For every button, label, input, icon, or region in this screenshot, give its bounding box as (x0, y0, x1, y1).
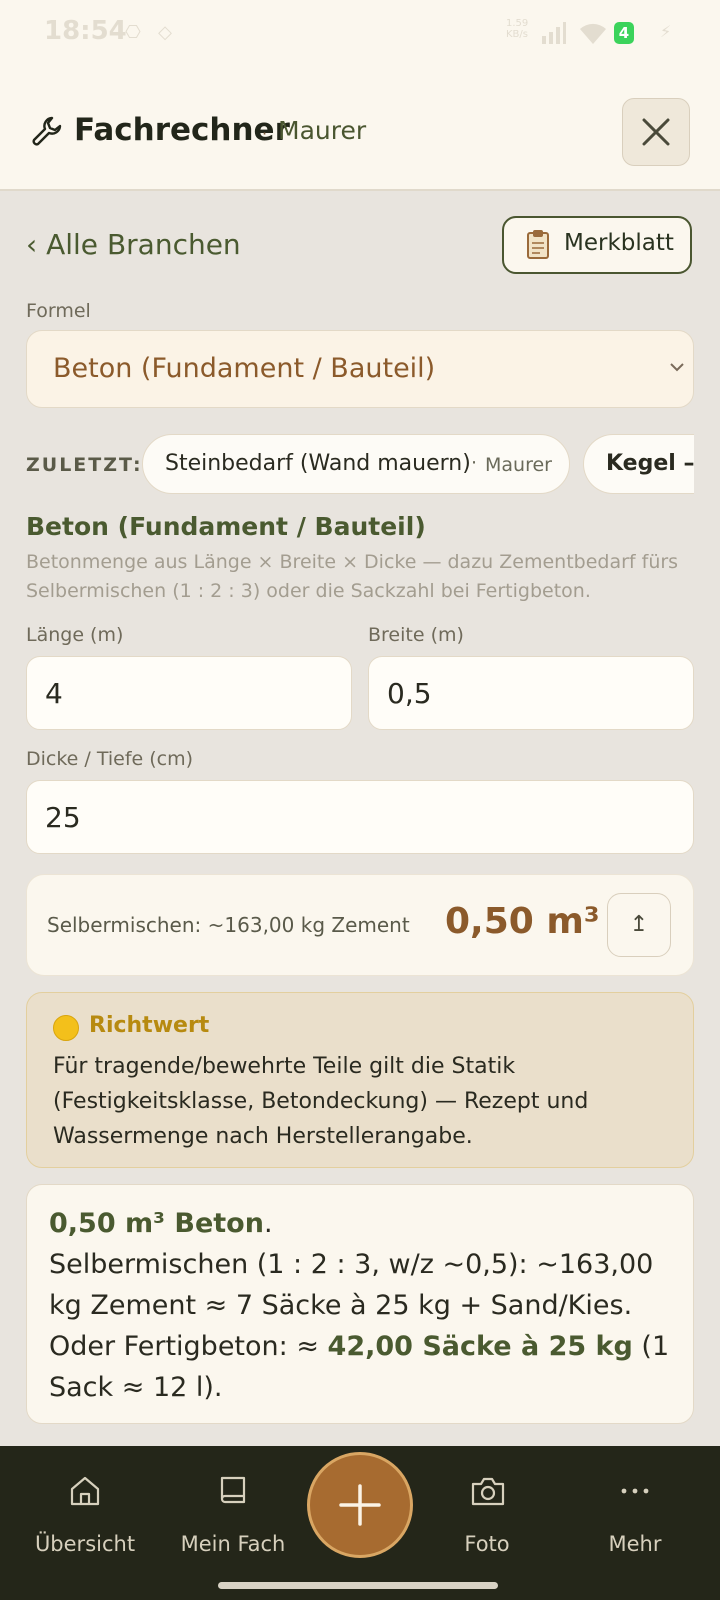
clipboard-icon (527, 230, 549, 259)
result-card: Selbermischen: ~163,00 kg Zement 0,50 m³… (26, 874, 694, 976)
summary-volume: 0,50 m³ Beton (49, 1208, 264, 1239)
status-bar: 18:54 ⎔ ◇ 1.59 KB/s 4 ⚡ (0, 0, 720, 70)
summary-bags: 42,00 Säcke à 25 kg (327, 1331, 633, 1362)
nav-foto[interactable]: Foto (422, 1446, 552, 1566)
add-button[interactable] (307, 1452, 413, 1558)
laenge-value: 4 (45, 677, 63, 710)
recent-chip-branch: Maurer (485, 454, 552, 476)
breite-label: Breite (m) (368, 624, 464, 646)
home-icon (70, 1476, 100, 1506)
recent-label: ZULETZT: (26, 454, 143, 476)
nav-label: Foto (464, 1532, 510, 1556)
page-title: Fachrechner (74, 112, 290, 148)
recent-chip-steinbedarf[interactable]: Steinbedarf (Wand mauern) · Maurer (142, 434, 570, 494)
nav-label: Übersicht (34, 1532, 136, 1556)
recent-chip-label: Steinbedarf (Wand mauern) (165, 451, 471, 476)
share-button[interactable]: ↥ (607, 893, 671, 957)
formula-selected-value: Beton (Fundament / Bauteil) (53, 353, 436, 384)
laenge-label: Länge (m) (26, 624, 124, 646)
more-icon (621, 1488, 649, 1494)
breite-value: 0,5 (387, 677, 432, 710)
dicke-input[interactable]: 25 (26, 780, 694, 854)
plus-icon (339, 1484, 381, 1526)
status-time: 18:54 (44, 16, 127, 46)
merkblatt-button[interactable]: Merkblatt (502, 216, 692, 274)
signal-icon (542, 22, 566, 44)
back-to-all-branches-link[interactable]: ‹ Alle Branchen (26, 228, 241, 261)
nav-mein-fach[interactable]: Mein Fach (168, 1446, 298, 1566)
book-icon (220, 1476, 246, 1504)
formula-select[interactable]: Beton (Fundament / Bauteil) (26, 330, 694, 408)
close-icon (642, 118, 670, 146)
note-title: Richtwert (89, 1013, 210, 1038)
recent-chip-label: Kegel – V (606, 451, 694, 476)
yellow-circle-icon (53, 1015, 79, 1041)
wifi-icon (580, 23, 606, 44)
home-indicator[interactable] (218, 1582, 498, 1589)
chatgpt-notification-icon: ⎔ (125, 22, 141, 43)
guideline-note: Richtwert Für tragende/bewehrte Teile gi… (26, 992, 694, 1168)
share-icon: ↥ (629, 912, 649, 937)
network-speed: 1.59 KB/s (506, 18, 529, 40)
calculator-description: Betonmenge aus Länge × Breite × Dicke — … (26, 551, 679, 602)
merkblatt-label: Merkblatt (564, 230, 674, 256)
charging-icon: ⚡ (660, 22, 672, 41)
camera-icon (471, 1477, 505, 1506)
summary-period: . (263, 1208, 273, 1239)
wrench-icon (32, 116, 62, 146)
app-notification-icon: ◇ (158, 22, 172, 43)
close-button[interactable] (622, 98, 690, 166)
laenge-input[interactable]: 4 (26, 656, 352, 730)
battery-icon: 4 (614, 22, 634, 44)
nav-label: Mein Fach (180, 1532, 286, 1556)
summary-readymix-prefix: Oder Fertigbeton: ≈ (49, 1331, 328, 1362)
chevron-down-icon (670, 363, 684, 372)
formula-label: Formel (26, 300, 91, 322)
dicke-label: Dicke / Tiefe (cm) (26, 748, 194, 770)
summary-selfmix: Selbermischen (1 : 2 : 3, w/z ~0,5): ~16… (49, 1249, 654, 1321)
dicke-value: 25 (45, 801, 81, 834)
recent-chip-kegel[interactable]: Kegel – V (583, 434, 694, 494)
calculator-title: Beton (Fundament / Bauteil) (26, 512, 426, 541)
nav-uebersicht[interactable]: Übersicht (20, 1446, 150, 1566)
breite-input[interactable]: 0,5 (368, 656, 694, 730)
title-separator: · (262, 124, 268, 143)
app-header: Fachrechner · Maurer (0, 70, 720, 191)
recent-chip-separator: · (471, 452, 478, 474)
result-volume-value: 0,50 m³ (445, 901, 600, 942)
result-cement-text: Selbermischen: ~163,00 kg Zement (47, 913, 410, 937)
nav-mehr[interactable]: Mehr (570, 1446, 700, 1566)
result-summary: 0,50 m³ Beton. Selbermischen (1 : 2 : 3,… (26, 1184, 694, 1424)
note-body: Für tragende/bewehrte Teile gilt die Sta… (53, 1054, 589, 1149)
page-subtitle: Maurer (278, 116, 367, 145)
nav-label: Mehr (608, 1532, 662, 1556)
